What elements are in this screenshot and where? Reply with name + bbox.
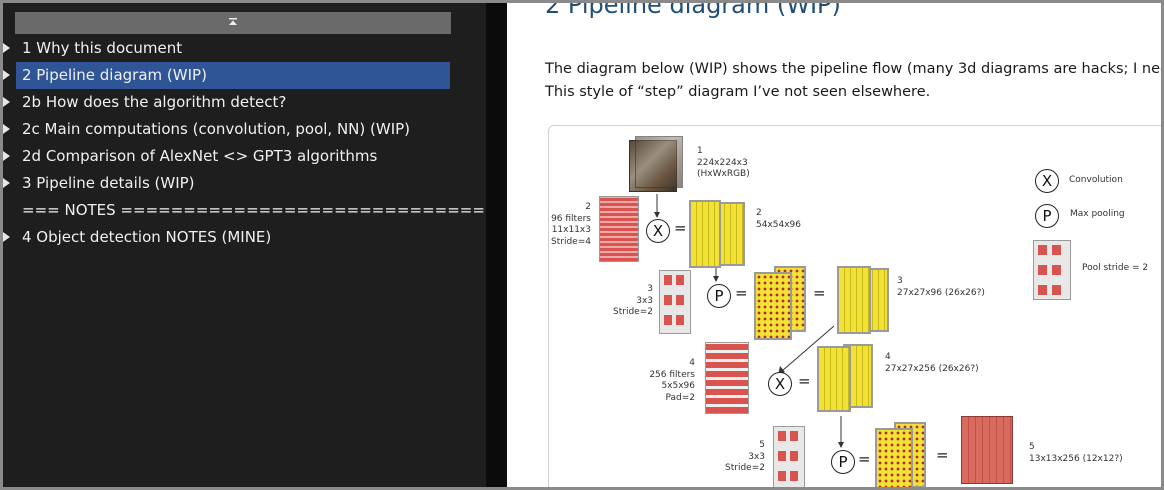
outline-sidebar: 1 Why this document 2 Pipeline diagram (W… — [3, 3, 523, 487]
equals-sign: = — [936, 446, 949, 464]
document-pane: 2 Pipeline diagram (WIP) The diagram bel… — [507, 3, 1161, 487]
expand-caret-icon[interactable] — [3, 43, 10, 53]
conv2-filters — [705, 342, 749, 414]
pooled-map2-front — [875, 428, 913, 487]
outline-item-label: 2d Comparison of AlexNet <> GPT3 algorit… — [22, 147, 378, 165]
pane-divider[interactable] — [486, 3, 507, 487]
conv-operator: X — [646, 219, 670, 243]
legend-conv-symbol: X — [1035, 169, 1059, 193]
pipeline-diagram: 1 224x224x3 (HxWxRGB) 2 96 filters 11x11x3 St… — [548, 125, 1161, 487]
intro-paragraph: The diagram below (WIP) shows the pipeli… — [545, 58, 1161, 104]
equals-sign: = — [674, 219, 687, 237]
step4-filter-label: 4 256 filters 5x5x96 Pad=2 — [649, 358, 695, 403]
equals-sign: = — [798, 372, 811, 390]
fmap3-front — [837, 266, 871, 334]
legend-pool-stride: Pool stride = 2 — [1082, 263, 1149, 273]
intro-line-1: The diagram below (WIP) shows the pipeli… — [545, 61, 1161, 77]
step5-output-label: 5 13x13x256 (12x12?) — [1029, 442, 1123, 464]
collapse-bar[interactable] — [15, 12, 451, 34]
step2-output-label: 2 54x54x96 — [756, 208, 802, 230]
equals-sign: = — [813, 284, 826, 302]
outline-item[interactable]: 2b How does the algorithm detect? — [3, 89, 486, 116]
outline-item-label: 4 Object detection NOTES (MINE) — [22, 228, 272, 246]
outline-nav: 1 Why this document 2 Pipeline diagram (W… — [3, 35, 523, 251]
legend-pool-symbol: P — [1035, 204, 1059, 228]
step5-pool-label: 5 3x3 Stride=2 — [725, 440, 765, 473]
step3-output-label: 3 27x27x96 (26x26?) — [897, 276, 985, 298]
outline-item[interactable]: 1 Why this document — [3, 35, 486, 62]
outline-item[interactable]: 4 Object detection NOTES (MINE) — [3, 224, 486, 251]
app-window: 1 Why this document 2 Pipeline diagram (W… — [3, 3, 1161, 487]
pool2-window — [773, 426, 805, 487]
pool-operator: P — [831, 450, 855, 474]
outline-item-label: 2 Pipeline diagram (WIP) — [22, 66, 207, 84]
equals-sign: = — [735, 284, 748, 302]
legend-convolution: Convolution — [1069, 175, 1123, 185]
pooled-map-front — [754, 272, 792, 340]
outline-item[interactable]: 2 Pipeline diagram (WIP) — [3, 62, 450, 89]
intro-line-2: This style of “step” diagram I’ve not se… — [545, 84, 931, 100]
fmap2-back — [717, 202, 745, 266]
expand-caret-icon[interactable] — [3, 178, 10, 188]
outline-item[interactable]: 2d Comparison of AlexNet <> GPT3 algorit… — [3, 143, 486, 170]
page-title: 2 Pipeline diagram (WIP) — [545, 3, 841, 19]
input-image-back — [635, 136, 683, 188]
step4-output-label: 4 27x27x256 (26x26?) — [885, 352, 979, 374]
conv1-filters — [599, 196, 639, 262]
expand-caret-icon[interactable] — [3, 124, 10, 134]
legend-max-pooling: Max pooling — [1070, 209, 1125, 219]
collapse-up-icon[interactable] — [227, 16, 239, 28]
outline-item-label: 2b How does the algorithm detect? — [22, 93, 287, 111]
step3-pool-label: 3 3x3 Stride=2 — [613, 284, 653, 317]
pool-operator: P — [707, 284, 731, 308]
step2-filter-label: 2 96 filters 11x11x3 Stride=4 — [551, 202, 591, 247]
conv-operator: X — [768, 372, 792, 396]
outline-item-label: 1 Why this document — [22, 39, 183, 57]
outline-item-label: 3 Pipeline details (WIP) — [22, 174, 195, 192]
outline-separator: === NOTES ==============================… — [3, 197, 523, 224]
expand-caret-icon[interactable] — [3, 151, 10, 161]
outline-item-label: === NOTES ==============================… — [22, 201, 523, 219]
fmap5-stack — [961, 416, 1013, 484]
fmap4-front — [817, 346, 851, 412]
outline-item[interactable]: 2c Main computations (convolution, pool,… — [3, 116, 486, 143]
expand-caret-icon[interactable] — [3, 97, 10, 107]
outline-item[interactable]: 3 Pipeline details (WIP) — [3, 170, 486, 197]
fmap2-front — [689, 200, 721, 268]
expand-caret-icon[interactable] — [3, 70, 10, 80]
step1-label: 1 224x224x3 (HxWxRGB) — [697, 146, 750, 179]
equals-sign: = — [858, 450, 871, 468]
outline-item-label: 2c Main computations (convolution, pool,… — [22, 120, 411, 138]
expand-caret-icon[interactable] — [3, 232, 10, 242]
pool1-window — [659, 270, 691, 334]
legend-stride-window — [1033, 240, 1071, 300]
